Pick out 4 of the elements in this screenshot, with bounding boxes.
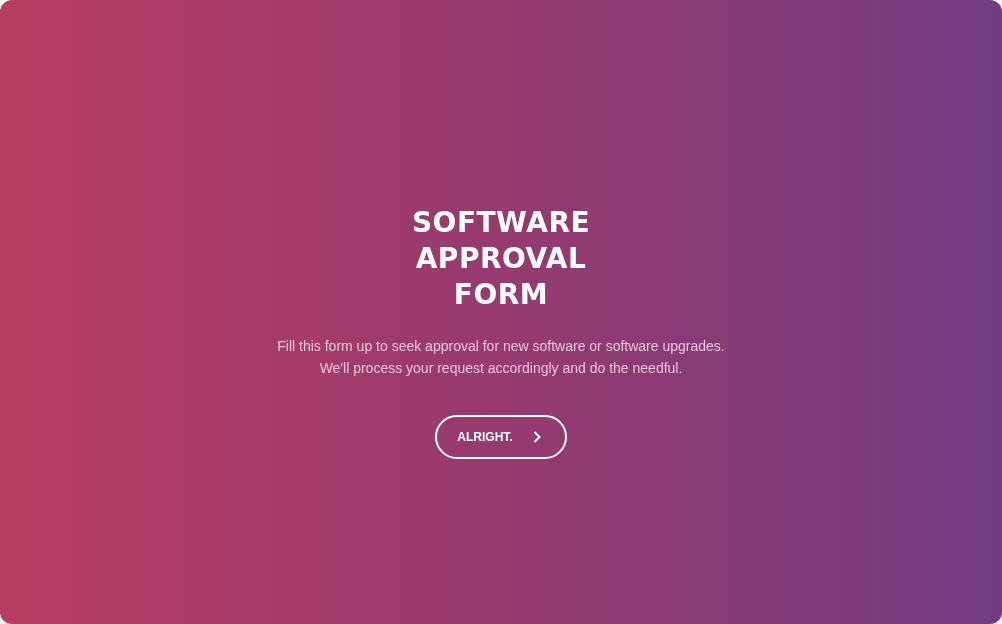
form-description: Fill this form up to seek approval for new software or software upgrades. We'll process your request accordingly and do the needful.	[276, 337, 726, 378]
form-title: SOFTWARE APPROVAL FORM	[410, 205, 592, 313]
alright-button[interactable]: ALRIGHT.	[435, 415, 567, 459]
chevron-right-icon	[532, 431, 541, 443]
